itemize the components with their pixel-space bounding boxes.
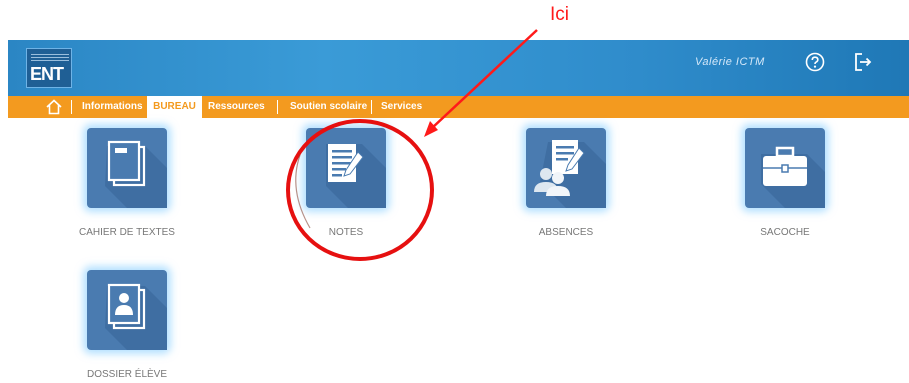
annotation-overlay xyxy=(286,29,538,261)
